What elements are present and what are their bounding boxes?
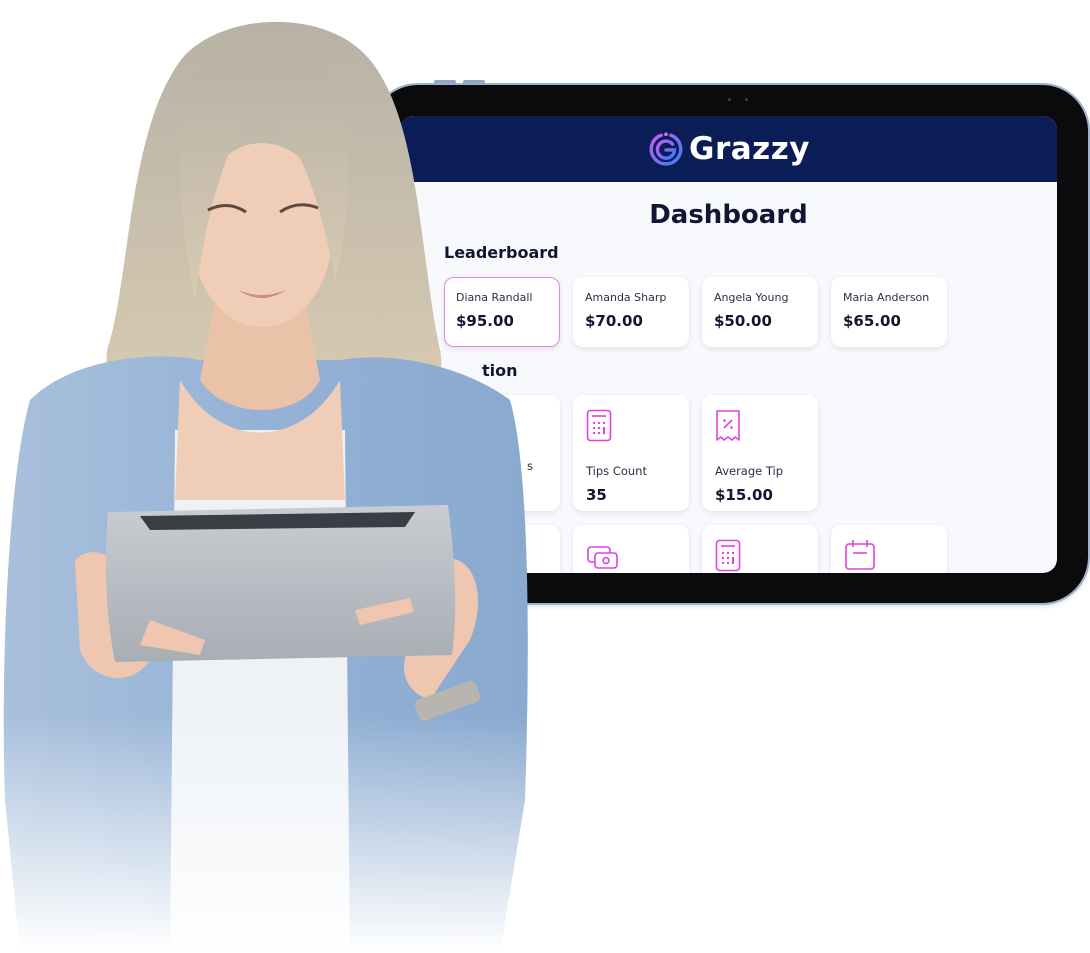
- stat-card-tips-count[interactable]: Tips Count 35: [573, 395, 689, 511]
- leaderboard-card[interactable]: Angela Young $50.00: [702, 277, 818, 347]
- stat-value: 35: [586, 486, 607, 504]
- leader-amount: $50.00: [714, 312, 772, 330]
- brand-name: Grazzy: [689, 131, 810, 167]
- leader-name: Angela Young: [714, 291, 789, 304]
- calculator-icon: [715, 539, 741, 572]
- receipt-percent-icon: [716, 410, 740, 441]
- leader-name: Amanda Sharp: [585, 291, 667, 304]
- calendar-icon: [845, 540, 875, 570]
- cash-icon: [587, 546, 618, 569]
- stat-value: $15.00: [715, 486, 773, 504]
- woman-with-tablet-photo: [0, 0, 540, 953]
- stat-card[interactable]: [702, 525, 818, 573]
- tablet-camera: [728, 98, 731, 101]
- leader-amount: $70.00: [585, 312, 643, 330]
- leaderboard-card[interactable]: Maria Anderson $65.00: [831, 277, 947, 347]
- stat-card-average-tip[interactable]: Average Tip $15.00: [702, 395, 818, 511]
- leaderboard-card[interactable]: Amanda Sharp $70.00: [573, 277, 689, 347]
- stat-label: Tips Count: [586, 464, 647, 478]
- leader-amount: $65.00: [843, 312, 901, 330]
- stat-card[interactable]: [573, 525, 689, 573]
- calculator-icon: [586, 409, 612, 442]
- stat-label: Average Tip: [715, 464, 784, 478]
- stat-card[interactable]: [831, 525, 947, 573]
- grazzy-logo-icon: [649, 132, 683, 166]
- leader-name: Maria Anderson: [843, 291, 930, 304]
- tablet-sensor: [745, 98, 748, 101]
